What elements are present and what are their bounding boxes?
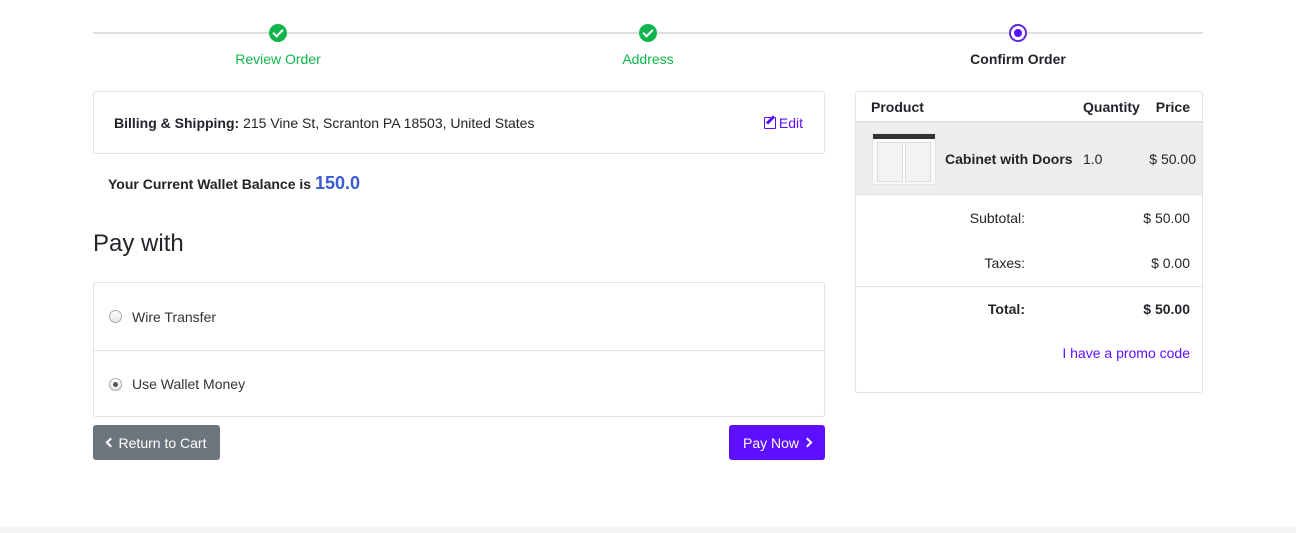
summary-item-row: Cabinet with Doors 1.0 $ 50.00 xyxy=(856,123,1202,195)
check-circle-icon xyxy=(269,24,287,42)
edit-icon xyxy=(763,117,776,129)
button-label: Pay Now xyxy=(742,434,800,451)
step-label: Review Order xyxy=(235,51,321,67)
item-quantity: 1.0 xyxy=(1083,151,1103,167)
subtotal-label: Subtotal: xyxy=(969,210,1025,226)
total-label: Total: xyxy=(987,301,1025,317)
order-summary: Product Quantity Price Cabinet with Door… xyxy=(855,91,1203,393)
total-value: $ 50.00 xyxy=(1143,301,1190,317)
divider xyxy=(856,286,1202,287)
address-value: 215 Vine St, Scranton PA 18503, United S… xyxy=(243,115,535,131)
subtotal-value: $ 50.00 xyxy=(1143,210,1190,226)
edit-label: Edit xyxy=(778,115,803,131)
payment-methods: Wire Transfer Use Wallet Money xyxy=(93,282,825,417)
radio-button[interactable] xyxy=(109,310,122,323)
checkout-progress: Review Order Address Confirm Order xyxy=(93,20,1203,70)
address-card: Billing & Shipping: 215 Vine St, Scranto… xyxy=(93,91,825,154)
button-label: Return to Cart xyxy=(118,434,207,451)
wallet-amount: 150.0 xyxy=(314,173,360,193)
payment-option-wire-transfer[interactable]: Wire Transfer xyxy=(94,283,824,350)
taxes-value: $ 0.00 xyxy=(1151,255,1190,271)
footer-edge xyxy=(0,527,1296,533)
step-confirm-order: Confirm Order xyxy=(918,24,1118,67)
step-address[interactable]: Address xyxy=(548,24,748,67)
return-to-cart-button[interactable]: Return to Cart xyxy=(93,425,220,460)
pay-now-button[interactable]: Pay Now xyxy=(729,425,825,460)
step-label: Address xyxy=(622,51,674,67)
header-price: Price xyxy=(1155,99,1190,115)
address-text: Billing & Shipping: 215 Vine St, Scranto… xyxy=(114,115,534,131)
chevron-left-icon xyxy=(105,437,115,448)
edit-address-link[interactable]: Edit xyxy=(763,115,803,131)
check-circle-icon xyxy=(639,24,657,42)
radio-button[interactable] xyxy=(109,377,122,391)
header-product: Product xyxy=(871,99,924,115)
payment-option-label: Use Wallet Money xyxy=(132,376,246,392)
wallet-text: Your Current Wallet Balance is xyxy=(108,176,312,192)
chevron-right-icon xyxy=(802,437,813,448)
product-thumbnail xyxy=(872,133,936,185)
item-name: Cabinet with Doors xyxy=(945,151,1073,167)
payment-option-label: Wire Transfer xyxy=(132,308,217,325)
wallet-balance: Your Current Wallet Balance is 150.0 xyxy=(108,173,360,194)
header-quantity: Quantity xyxy=(1083,99,1140,115)
item-price: $ 50.00 xyxy=(1149,151,1196,167)
taxes-label: Taxes: xyxy=(984,255,1025,271)
step-label: Confirm Order xyxy=(970,51,1066,67)
pay-with-heading: Pay with xyxy=(93,230,184,257)
current-step-dot-icon xyxy=(1009,24,1027,42)
promo-code-link[interactable]: I have a promo code xyxy=(1062,345,1190,361)
address-label: Billing & Shipping: xyxy=(114,115,240,131)
summary-header: Product Quantity Price xyxy=(856,92,1202,123)
step-review-order[interactable]: Review Order xyxy=(178,24,378,67)
payment-option-wallet[interactable]: Use Wallet Money xyxy=(94,350,824,417)
